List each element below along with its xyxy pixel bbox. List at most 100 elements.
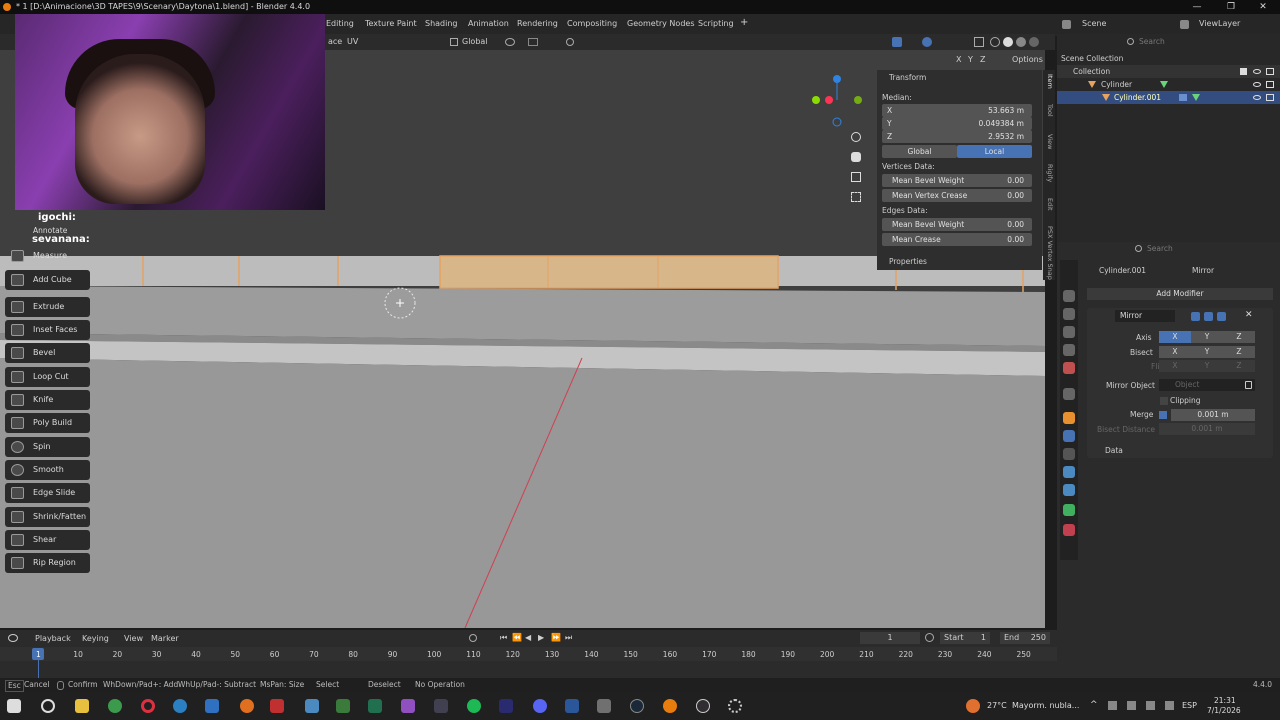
props-search-input[interactable]: Search (1147, 244, 1173, 253)
jump-start-icon[interactable]: ⏮ (500, 633, 507, 643)
tab-edit[interactable]: Edit (1044, 198, 1054, 211)
app-icon-9[interactable] (305, 699, 319, 713)
opera-icon[interactable] (141, 699, 155, 713)
tool-shear[interactable]: Shear (5, 530, 90, 550)
edit-mode-toggle-icon[interactable] (1191, 312, 1200, 321)
clipping-checkbox[interactable] (1160, 397, 1168, 405)
tray-icon-c[interactable] (1146, 701, 1155, 710)
tool-extrude-region[interactable]: Extrude Region (5, 297, 90, 331)
axis-x-toggle[interactable]: X (1159, 331, 1191, 343)
constraints-tab-icon[interactable] (1063, 484, 1075, 496)
edge-bevel-weight-field[interactable]: Mean Bevel Weight 0.00 (882, 218, 1032, 231)
tab-animation[interactable]: Animation (468, 19, 509, 28)
tool-knife[interactable]: Knife (5, 390, 90, 410)
gizmo-z[interactable] (833, 75, 841, 83)
object-tab-icon[interactable] (1063, 412, 1075, 424)
median-y-field[interactable]: Y 0.049384 m (882, 117, 1032, 130)
bisect-y-toggle[interactable]: Y (1191, 346, 1223, 358)
play-reverse-icon[interactable]: ◀ (525, 633, 531, 642)
properties-header[interactable]: Properties (889, 257, 927, 266)
keying-menu[interactable]: Keying (82, 634, 109, 643)
tray-icon-b[interactable] (1127, 701, 1136, 710)
modifier-name-field[interactable]: Mirror (1115, 310, 1175, 322)
remove-modifier-icon[interactable]: ✕ (1245, 310, 1253, 320)
particles-tab-icon[interactable] (1063, 448, 1075, 460)
close-button[interactable]: ✕ (1246, 0, 1280, 14)
pivot-icon[interactable] (505, 38, 515, 46)
scene-selector[interactable]: Scene (1082, 19, 1106, 28)
tool-measure[interactable]: Measure (5, 246, 90, 266)
view-layer-tab-icon[interactable] (1063, 344, 1075, 356)
transform-header[interactable]: Transform (889, 73, 926, 82)
xray-toggle-icon[interactable] (974, 37, 984, 47)
jump-keyframe-forward-icon[interactable]: ⏩ (551, 633, 561, 642)
render-camera-icon[interactable] (1266, 94, 1274, 101)
edge-icon[interactable] (173, 699, 187, 713)
physics-tab-icon[interactable] (1063, 466, 1075, 478)
pycharm-icon[interactable] (368, 699, 382, 713)
tool-edge-slide[interactable]: Edge Slide (5, 483, 90, 503)
collection-row[interactable]: Collection (1057, 65, 1280, 78)
firefox-icon[interactable] (240, 699, 254, 713)
tab-view[interactable]: View (1044, 134, 1054, 149)
tray-icon-a[interactable] (1108, 701, 1117, 710)
tool-bevel[interactable]: Bevel (5, 343, 90, 363)
word-icon[interactable] (565, 699, 579, 713)
local-toggle[interactable]: Local (957, 145, 1032, 158)
tool-poly-build[interactable]: Poly Build (5, 413, 90, 433)
camera-view-icon[interactable] (851, 172, 861, 182)
tab-scripting[interactable]: Scripting (698, 19, 734, 28)
view-layer-selector[interactable]: ViewLayer (1199, 19, 1240, 28)
tool-shrink-fatten[interactable]: Shrink/Fatten (5, 507, 90, 527)
windows-start-icon[interactable] (7, 699, 21, 713)
jump-end-icon[interactable]: ⏭ (565, 633, 572, 643)
record-icon[interactable] (469, 634, 477, 642)
global-toggle[interactable]: Global (882, 145, 957, 158)
pt-icon[interactable] (336, 699, 350, 713)
overlay-toggle-icon[interactable] (922, 37, 932, 47)
shading-wireframe-icon[interactable] (990, 37, 1000, 47)
end-frame-field[interactable]: End 250 (1000, 632, 1050, 644)
app-icon-8[interactable] (270, 699, 284, 713)
mean-vertex-crease-field[interactable]: Mean Vertex Crease 0.00 (882, 189, 1032, 202)
clock-time[interactable]: 21:31 (1214, 696, 1236, 705)
gizmo-y[interactable] (812, 96, 820, 104)
output-tab-icon[interactable] (1063, 326, 1075, 338)
tray-chevron-icon[interactable]: ^ (1090, 700, 1098, 710)
shading-material-icon[interactable] (1016, 37, 1026, 47)
annotate-label[interactable]: Annotate (33, 226, 67, 235)
start-frame-field[interactable]: Start 1 (940, 632, 990, 644)
tab-editing[interactable]: Editing (326, 19, 354, 28)
tab-texture-paint[interactable]: Texture Paint (365, 19, 417, 28)
after-effects-icon[interactable] (499, 699, 513, 713)
editor-type-icon[interactable] (8, 634, 18, 642)
material-tab-icon[interactable] (1063, 524, 1075, 536)
axis-z-toggle[interactable]: Z (1223, 331, 1255, 343)
visibility-eye-icon[interactable] (1253, 69, 1261, 74)
obs-icon[interactable] (696, 699, 710, 713)
orientation-dropdown[interactable]: Global (462, 37, 488, 46)
render-camera-icon[interactable] (1266, 68, 1274, 75)
ortho-grid-icon[interactable] (851, 192, 861, 202)
select-face-label[interactable]: ace (328, 37, 342, 46)
render-camera-icon[interactable] (1266, 81, 1274, 88)
tool-smooth[interactable]: Smooth (5, 460, 90, 480)
tool-spin[interactable]: Spin (5, 437, 90, 457)
blender-taskbar-icon[interactable] (663, 699, 677, 713)
median-z-field[interactable]: Z 2.9532 m (882, 130, 1032, 143)
mirror-y-toggle[interactable]: Y (968, 55, 973, 64)
bisect-x-toggle[interactable]: X (1159, 346, 1191, 358)
mirror-z-toggle[interactable]: Z (980, 55, 985, 64)
tab-tool[interactable]: Tool (1044, 104, 1054, 117)
gizmo-x[interactable] (825, 96, 833, 104)
scene-tab-icon[interactable] (1063, 362, 1075, 374)
current-frame-field[interactable]: 1 (860, 632, 920, 644)
proportional-edit-icon[interactable] (566, 38, 574, 46)
tool-inset-faces[interactable]: Inset Faces (5, 320, 90, 340)
outliner-row-cylinder[interactable]: Cylinder (1057, 78, 1280, 91)
tool-tab-icon[interactable] (1063, 290, 1075, 302)
tool-rip-region[interactable]: Rip Region (5, 553, 90, 573)
collection-tab-icon[interactable] (1063, 388, 1075, 400)
mean-crease-field[interactable]: Mean Crease 0.00 (882, 233, 1032, 246)
minimize-button[interactable]: — (1180, 0, 1214, 14)
